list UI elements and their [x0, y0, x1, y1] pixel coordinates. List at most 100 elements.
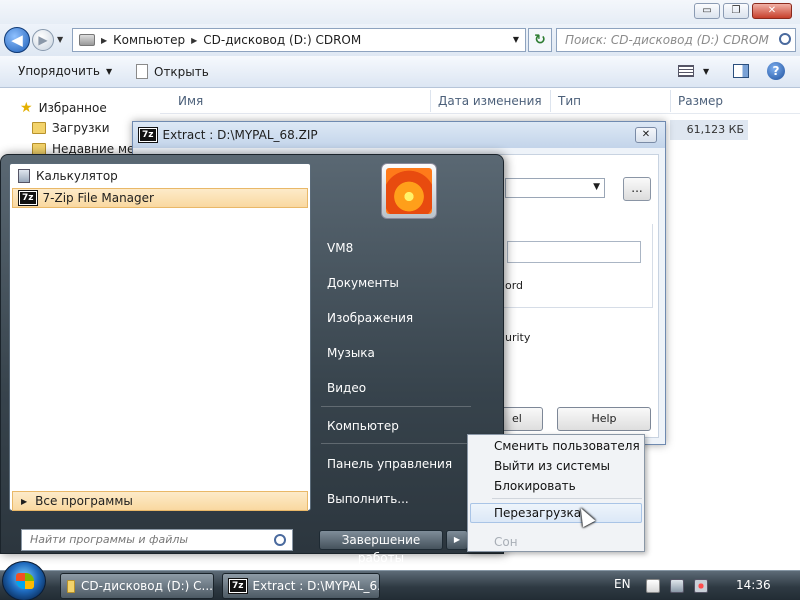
- breadcrumb-computer[interactable]: Компьютер: [113, 33, 185, 47]
- taskbar-button-extract[interactable]: 7z Extract : D:\MYPAL_6...: [222, 573, 380, 599]
- column-divider: [430, 90, 431, 112]
- program-label: 7-Zip File Manager: [42, 191, 154, 205]
- menu-item-switch-user[interactable]: Сменить пользователя: [494, 439, 640, 453]
- explorer-search-placeholder: Поиск: CD-дисковод (D:) CDROM: [565, 33, 769, 47]
- column-divider: [670, 90, 671, 112]
- column-name[interactable]: Имя: [178, 94, 203, 108]
- column-size[interactable]: Размер: [678, 94, 723, 108]
- all-programs-label: Все программы: [35, 494, 133, 508]
- start-item-video[interactable]: Видео: [327, 381, 366, 395]
- browse-button[interactable]: ...: [623, 177, 651, 201]
- explorer-search-input[interactable]: Поиск: CD-дисковод (D:) CDROM: [556, 28, 796, 52]
- drive-icon: [79, 34, 95, 46]
- program-label: Калькулятор: [36, 169, 118, 183]
- address-row: ◀ ▶ ▼ ▶ Компьютер ▶ CD-дисковод (D:) CDR…: [0, 24, 800, 56]
- volume-muted-icon[interactable]: [694, 579, 708, 593]
- network-icon[interactable]: [670, 579, 684, 593]
- open-label: Открыть: [154, 64, 209, 79]
- open-button[interactable]: Открыть: [136, 64, 209, 79]
- help-button[interactable]: Help: [557, 407, 651, 431]
- language-indicator[interactable]: EN: [614, 577, 631, 591]
- address-bar[interactable]: ▶ Компьютер ▶ CD-дисковод (D:) CDROM ▼: [72, 28, 526, 52]
- address-dropdown-icon[interactable]: ▼: [513, 35, 519, 44]
- start-item-computer[interactable]: Компьютер: [327, 419, 399, 433]
- column-type[interactable]: Тип: [558, 94, 581, 108]
- explorer-toolbar: Упорядочить ▼ Открыть ▼ ?: [0, 56, 800, 88]
- folder-icon: [32, 122, 46, 134]
- start-item-run[interactable]: Выполнить...: [327, 492, 409, 506]
- shutdown-options-button[interactable]: ▶: [446, 530, 468, 550]
- organize-button[interactable]: Упорядочить ▼: [18, 64, 112, 78]
- refresh-button[interactable]: ↻: [528, 28, 552, 52]
- all-programs-button[interactable]: ▶ Все программы: [12, 491, 308, 511]
- dialog-title: Extract : D:\MYPAL_68.ZIP: [162, 128, 318, 142]
- chevron-down-icon: ▼: [593, 182, 600, 192]
- forward-button[interactable]: ▶: [32, 29, 54, 51]
- star-icon: ★: [20, 100, 33, 116]
- start-item-user[interactable]: VM8: [327, 241, 353, 255]
- clock[interactable]: 14:36: [736, 578, 771, 592]
- column-divider: [550, 90, 551, 112]
- start-menu-programs-panel: Калькулятор 7z 7-Zip File Manager ▶ Все …: [9, 163, 311, 511]
- close-button[interactable]: ✕: [752, 3, 792, 19]
- help-icon[interactable]: ?: [767, 62, 785, 80]
- start-search-input[interactable]: Найти программы и файлы: [21, 529, 293, 551]
- column-date[interactable]: Дата изменения: [438, 94, 542, 108]
- flower-picture-icon: [386, 168, 432, 214]
- breadcrumb-separator-icon: ▶: [101, 35, 108, 45]
- taskbar-button-explorer[interactable]: CD-дисковод (D:) C...: [60, 573, 214, 599]
- chevron-right-icon: ▶: [21, 496, 28, 506]
- explorer-titlebar: ▭ ❐ ✕: [0, 0, 800, 24]
- breadcrumb-cd-drive[interactable]: CD-дисковод (D:) CDROM: [203, 33, 361, 47]
- start-menu: Калькулятор 7z 7-Zip File Manager ▶ Все …: [0, 154, 504, 565]
- file-size-cell: 61,123 КБ: [670, 120, 748, 140]
- program-calculator[interactable]: Калькулятор: [12, 166, 308, 186]
- extract-path-combo[interactable]: ▼: [505, 178, 605, 198]
- windows-logo-icon: [16, 573, 34, 589]
- shutdown-button[interactable]: Завершение работы: [319, 530, 443, 565]
- start-item-pictures[interactable]: Изображения: [327, 311, 413, 325]
- view-icon[interactable]: [678, 65, 694, 77]
- window-buttons: ▭ ❐ ✕: [694, 3, 792, 19]
- minimize-button[interactable]: ▭: [694, 3, 720, 19]
- start-menu-separator: [321, 406, 471, 407]
- taskbar: CD-дисковод (D:) C... 7z Extract : D:\MY…: [0, 561, 800, 600]
- user-avatar[interactable]: [381, 163, 437, 219]
- column-headers: Имя Дата изменения Тип Размер: [160, 88, 800, 114]
- taskbar-button-label: CD-дисковод (D:) C...: [80, 579, 213, 593]
- 7zip-icon: 7z: [138, 127, 158, 143]
- folder-icon: [67, 579, 75, 593]
- 7zip-icon: 7z: [18, 190, 38, 206]
- menu-item-lock[interactable]: Блокировать: [494, 479, 576, 493]
- search-icon: [274, 534, 286, 546]
- search-icon: [779, 33, 791, 45]
- menu-item-sleep: Сон: [494, 535, 518, 549]
- start-menu-separator: [321, 443, 471, 444]
- dialog-titlebar: 7z Extract : D:\MYPAL_68.ZIP: [133, 122, 665, 148]
- start-item-control-panel[interactable]: Панель управления: [327, 457, 452, 471]
- maximize-button[interactable]: ❐: [723, 3, 749, 19]
- nav-downloads[interactable]: Загрузки: [32, 121, 110, 135]
- program-7zip[interactable]: 7z 7-Zip File Manager: [12, 188, 308, 208]
- menu-item-log-off[interactable]: Выйти из системы: [494, 459, 610, 473]
- 7zip-icon: 7z: [228, 578, 248, 594]
- action-center-icon[interactable]: [646, 579, 660, 593]
- menu-item-restart[interactable]: Перезагрузка: [494, 506, 581, 520]
- back-button[interactable]: ◀: [4, 27, 30, 53]
- nav-downloads-label: Загрузки: [52, 121, 110, 135]
- start-item-documents[interactable]: Документы: [327, 276, 399, 290]
- preview-pane-icon[interactable]: [733, 64, 749, 78]
- password-input[interactable]: [507, 241, 641, 263]
- nav-favorites[interactable]: ★ Избранное: [20, 100, 107, 116]
- history-dropdown-icon[interactable]: ▼: [57, 35, 63, 44]
- password-group: [503, 224, 653, 308]
- view-dropdown-icon[interactable]: ▼: [703, 67, 709, 76]
- dialog-close-button[interactable]: ✕: [635, 127, 657, 143]
- nav-favorites-label: Избранное: [38, 101, 107, 115]
- calculator-icon: [18, 169, 30, 183]
- taskbar-button-label: Extract : D:\MYPAL_6...: [252, 579, 380, 593]
- cancel-label: el: [512, 412, 522, 425]
- start-item-music[interactable]: Музыка: [327, 346, 375, 360]
- security-label: urity: [505, 331, 531, 344]
- start-button[interactable]: [2, 561, 46, 600]
